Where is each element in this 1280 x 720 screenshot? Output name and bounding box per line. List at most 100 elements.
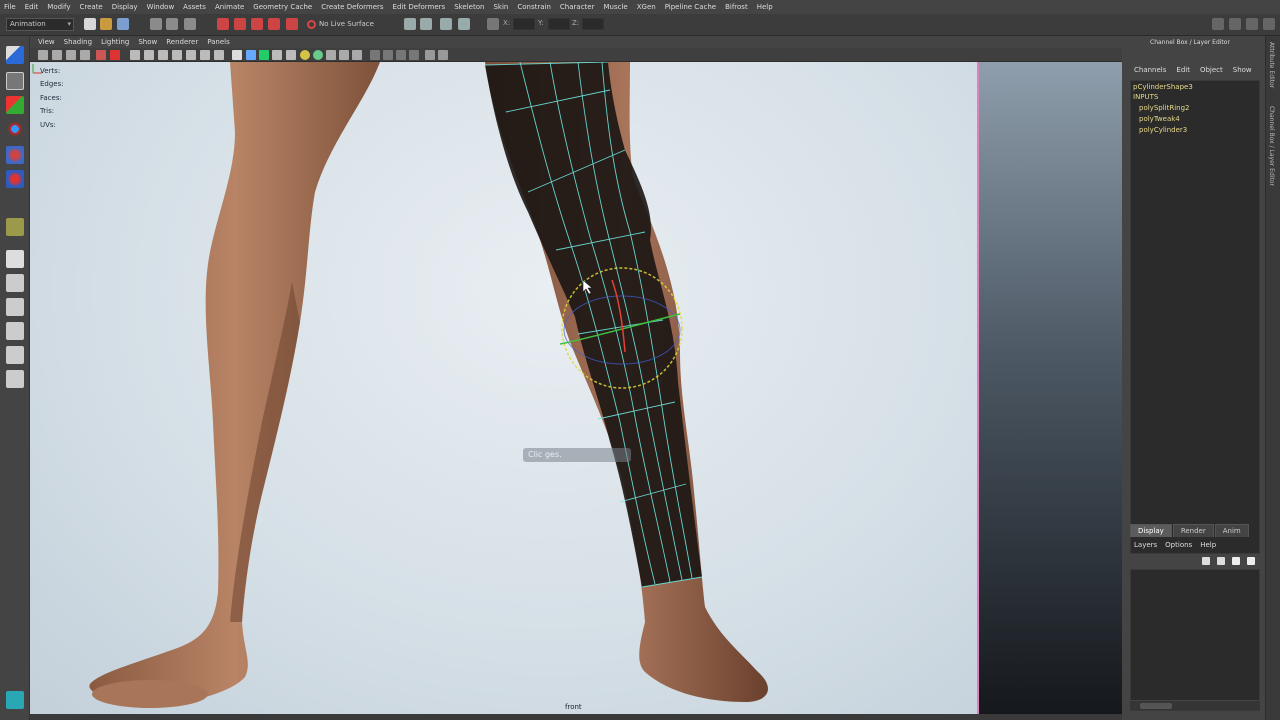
panel-menu-lighting[interactable]: Lighting [101,38,129,46]
tab-display[interactable]: Display [1130,524,1172,537]
render-frame-icon[interactable] [420,18,432,30]
menu-file[interactable]: File [4,3,16,11]
grease-pencil-icon[interactable] [110,50,120,60]
new-empty-layer-icon[interactable] [1232,557,1240,565]
scrollbar-thumb[interactable] [1140,703,1172,709]
input-node-poly-split-ring[interactable]: polySplitRing2 [1139,104,1189,112]
move-tool-icon[interactable] [6,120,24,138]
layer-menu-help[interactable]: Help [1200,541,1216,549]
safe-title-icon[interactable] [214,50,224,60]
menu-constrain[interactable]: Constrain [517,3,551,11]
resolution-gate-icon[interactable] [158,50,168,60]
menu-assets[interactable]: Assets [183,3,206,11]
new-layer-from-selection-icon[interactable] [1247,557,1255,565]
menu-geometry-cache[interactable]: Geometry Cache [253,3,312,11]
outliner-layout-icon[interactable] [6,370,24,388]
x-field[interactable] [513,18,535,30]
channel-box-menu-edit[interactable]: Edit [1176,66,1190,74]
snap-curve-icon[interactable] [234,18,246,30]
channel-box-menu-channels[interactable]: Channels [1134,66,1166,74]
save-scene-icon[interactable] [117,18,129,30]
select-hierarchy-icon[interactable] [150,18,162,30]
paint-select-icon[interactable] [6,96,24,114]
channel-box-menu-object[interactable]: Object [1200,66,1223,74]
gate-mask-icon[interactable] [172,50,182,60]
2d-pan-zoom-icon[interactable] [96,50,106,60]
panel-menu-panels[interactable]: Panels [207,38,230,46]
menu-edit[interactable]: Edit [25,3,39,11]
input-mode-icon[interactable] [487,18,499,30]
motion-blur-icon[interactable] [326,50,336,60]
layer-menu-layers[interactable]: Layers [1134,541,1157,549]
shadows-icon[interactable] [300,50,310,60]
safe-action-icon[interactable] [200,50,210,60]
bookmarks-icon[interactable] [66,50,76,60]
menu-skeleton[interactable]: Skeleton [454,3,484,11]
xray-components-icon[interactable] [409,50,419,60]
xray-icon[interactable] [383,50,393,60]
persp-graph-layout-icon[interactable] [6,322,24,340]
attribute-editor-toggle-icon[interactable] [1229,18,1241,30]
open-scene-icon[interactable] [100,18,112,30]
menu-create-deformers[interactable]: Create Deformers [321,3,383,11]
viewport-front[interactable]: Verts: Edges: Faces: Tris: UVs: Clic ges… [30,62,1122,714]
menu-pipeline-cache[interactable]: Pipeline Cache [665,3,716,11]
menu-display[interactable]: Display [112,3,138,11]
ipr-render-icon[interactable] [440,18,452,30]
gamma-icon[interactable] [425,50,435,60]
render-view-icon[interactable] [404,18,416,30]
screen-space-ao-icon[interactable] [313,50,323,60]
select-component-icon[interactable] [184,18,196,30]
panel-menu-show[interactable]: Show [138,38,157,46]
tab-render[interactable]: Render [1172,524,1214,537]
wireframe-on-shaded-icon[interactable] [259,50,269,60]
layer-menu-options[interactable]: Options [1165,541,1192,549]
rotate-tool-icon[interactable] [6,146,24,164]
tab-anim[interactable]: Anim [1214,524,1249,537]
menu-create[interactable]: Create [79,3,102,11]
menu-edit-deformers[interactable]: Edit Deformers [393,3,446,11]
shape-node-name[interactable]: pCylinderShape3 [1133,83,1193,91]
image-plane-icon[interactable] [80,50,90,60]
grid-icon[interactable] [130,50,140,60]
move-layer-down-icon[interactable] [1217,557,1225,565]
scale-tool-icon[interactable] [6,170,24,188]
panel-menu-renderer[interactable]: Renderer [166,38,198,46]
layer-list-scrollbar[interactable] [1130,700,1260,710]
move-layer-up-icon[interactable] [1202,557,1210,565]
multisample-aa-icon[interactable] [339,50,349,60]
wireframe-icon[interactable] [232,50,242,60]
snap-view-icon[interactable] [268,18,280,30]
isolate-select-icon[interactable] [370,50,380,60]
menu-xgen[interactable]: XGen [637,3,656,11]
select-tool-icon[interactable] [6,46,24,64]
last-tool-icon[interactable] [6,218,24,236]
live-surface-field[interactable]: No Live Surface [305,18,395,31]
tool-settings-toggle-icon[interactable] [1263,18,1275,30]
select-camera-icon[interactable] [38,50,48,60]
exposure-icon[interactable] [438,50,448,60]
snap-surface-icon[interactable] [286,18,298,30]
lasso-tool-icon[interactable] [6,72,24,90]
new-scene-icon[interactable] [84,18,96,30]
menu-animate[interactable]: Animate [215,3,244,11]
film-gate-icon[interactable] [144,50,154,60]
menu-character[interactable]: Character [560,3,595,11]
sidebar-toggle-icon[interactable] [1212,18,1224,30]
y-field[interactable] [548,18,570,30]
layer-list[interactable] [1130,569,1260,711]
persp-outliner-layout-icon[interactable] [6,298,24,316]
smooth-shade-icon[interactable] [246,50,256,60]
single-perspective-layout-icon[interactable] [6,250,24,268]
select-object-icon[interactable] [166,18,178,30]
menu-muscle[interactable]: Muscle [603,3,627,11]
depth-of-field-icon[interactable] [352,50,362,60]
menu-skin[interactable]: Skin [493,3,508,11]
menu-window[interactable]: Window [147,3,175,11]
field-chart-icon[interactable] [186,50,196,60]
menu-bifrost[interactable]: Bifrost [725,3,748,11]
input-node-poly-tweak[interactable]: polyTweak4 [1139,115,1180,123]
tab-channel-box-layer-editor[interactable]: Channel Box / Layer Editor [1268,106,1275,186]
xray-joints-icon[interactable] [396,50,406,60]
menu-help[interactable]: Help [757,3,773,11]
